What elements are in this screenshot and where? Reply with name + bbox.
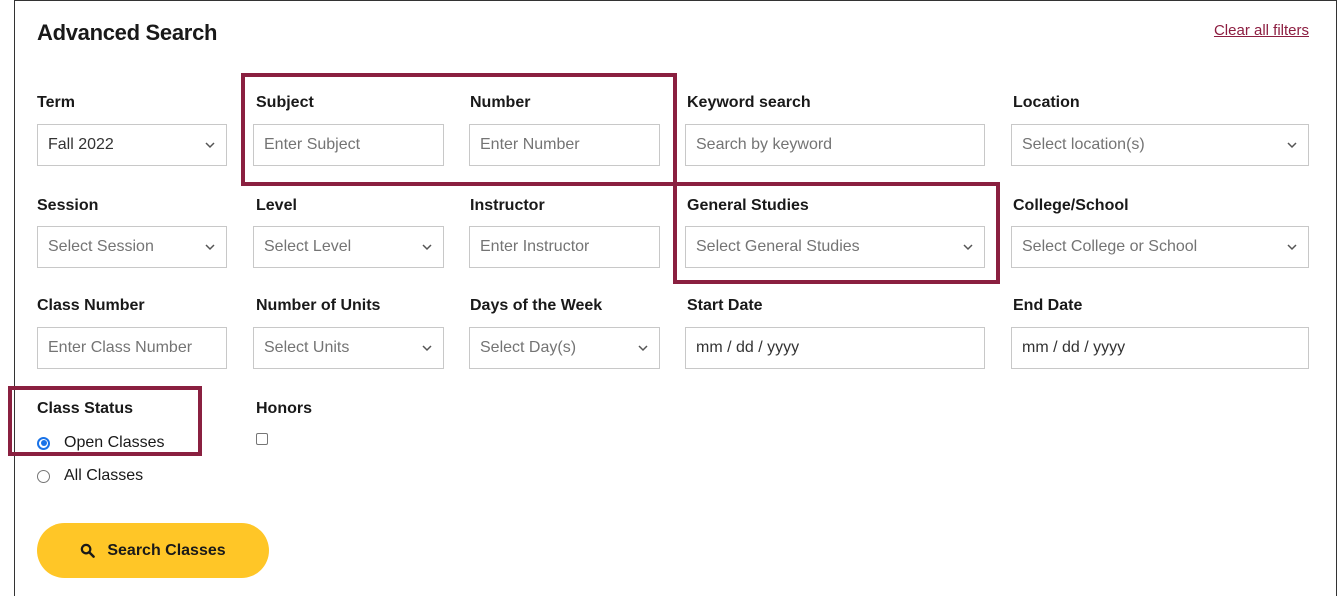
clear-all-filters-link[interactable]: Clear all filters bbox=[1214, 22, 1309, 39]
class-status-label: Class Status bbox=[37, 400, 134, 417]
search-classes-label: Search Classes bbox=[107, 541, 226, 559]
end-date-label: End Date bbox=[1013, 297, 1083, 314]
search-classes-button[interactable]: Search Classes bbox=[37, 523, 269, 578]
instructor-label: Instructor bbox=[470, 197, 545, 214]
start-date-label: Start Date bbox=[687, 297, 763, 314]
level-label: Level bbox=[256, 197, 297, 214]
term-select[interactable]: Fall 2022 bbox=[37, 124, 227, 166]
chevron-down-icon bbox=[638, 345, 648, 352]
chevron-down-icon bbox=[1287, 244, 1297, 251]
instructor-placeholder: Enter Instructor bbox=[480, 238, 590, 255]
units-select[interactable]: Select Units bbox=[253, 327, 444, 369]
session-select[interactable]: Select Session bbox=[37, 226, 227, 268]
subject-label: Subject bbox=[256, 94, 314, 111]
search-panel bbox=[14, 0, 1337, 596]
keyword-input[interactable]: Search by keyword bbox=[685, 124, 985, 166]
radio-selected-icon[interactable] bbox=[37, 436, 50, 450]
class-number-label: Class Number bbox=[37, 297, 145, 314]
days-label: Days of the Week bbox=[470, 297, 603, 314]
honors-label: Honors bbox=[256, 400, 312, 417]
college-label: College/School bbox=[1013, 197, 1129, 214]
general-studies-label: General Studies bbox=[687, 197, 809, 214]
number-label: Number bbox=[470, 94, 531, 111]
units-label: Number of Units bbox=[256, 297, 381, 314]
radio-open-classes-label: Open Classes bbox=[64, 434, 165, 451]
search-icon bbox=[81, 543, 96, 558]
honors-checkbox[interactable] bbox=[256, 433, 268, 445]
number-input[interactable]: Enter Number bbox=[469, 124, 660, 166]
location-label: Location bbox=[1013, 94, 1080, 111]
chevron-down-icon bbox=[205, 244, 215, 251]
location-value: Select location(s) bbox=[1022, 136, 1145, 153]
subject-placeholder: Enter Subject bbox=[264, 136, 361, 153]
end-date-value: mm / dd / yyyy bbox=[1022, 339, 1126, 356]
chevron-down-icon bbox=[1287, 142, 1297, 149]
level-select[interactable]: Select Level bbox=[253, 226, 444, 268]
keyword-label: Keyword search bbox=[687, 94, 811, 111]
college-select[interactable]: Select College or School bbox=[1011, 226, 1309, 268]
term-value: Fall 2022 bbox=[48, 136, 114, 153]
class-number-input[interactable]: Enter Class Number bbox=[37, 327, 227, 369]
session-value: Select Session bbox=[48, 238, 154, 255]
college-value: Select College or School bbox=[1022, 238, 1198, 255]
general-studies-select[interactable]: Select General Studies bbox=[685, 226, 985, 268]
radio-open-classes[interactable]: Open Classes bbox=[37, 434, 165, 452]
days-value: Select Day(s) bbox=[480, 339, 577, 356]
subject-input[interactable]: Enter Subject bbox=[253, 124, 444, 166]
units-value: Select Units bbox=[264, 339, 350, 356]
start-date-value: mm / dd / yyyy bbox=[696, 339, 800, 356]
session-label: Session bbox=[37, 197, 99, 214]
number-placeholder: Enter Number bbox=[480, 136, 580, 153]
start-date-input[interactable]: mm / dd / yyyy bbox=[685, 327, 985, 369]
radio-all-classes[interactable]: All Classes bbox=[37, 467, 143, 485]
class-number-placeholder: Enter Class Number bbox=[48, 339, 193, 356]
general-studies-value: Select General Studies bbox=[696, 238, 860, 255]
chevron-down-icon bbox=[422, 345, 432, 352]
page-title: Advanced Search bbox=[37, 20, 218, 45]
radio-all-classes-label: All Classes bbox=[64, 467, 144, 484]
keyword-placeholder: Search by keyword bbox=[696, 136, 833, 153]
chevron-down-icon bbox=[963, 244, 973, 251]
chevron-down-icon bbox=[422, 244, 432, 251]
level-value: Select Level bbox=[264, 238, 352, 255]
location-select[interactable]: Select location(s) bbox=[1011, 124, 1309, 166]
days-select[interactable]: Select Day(s) bbox=[469, 327, 660, 369]
term-label: Term bbox=[37, 94, 75, 111]
end-date-input[interactable]: mm / dd / yyyy bbox=[1011, 327, 1309, 369]
radio-unselected-icon[interactable] bbox=[37, 469, 50, 483]
instructor-input[interactable]: Enter Instructor bbox=[469, 226, 660, 268]
chevron-down-icon bbox=[205, 142, 215, 149]
